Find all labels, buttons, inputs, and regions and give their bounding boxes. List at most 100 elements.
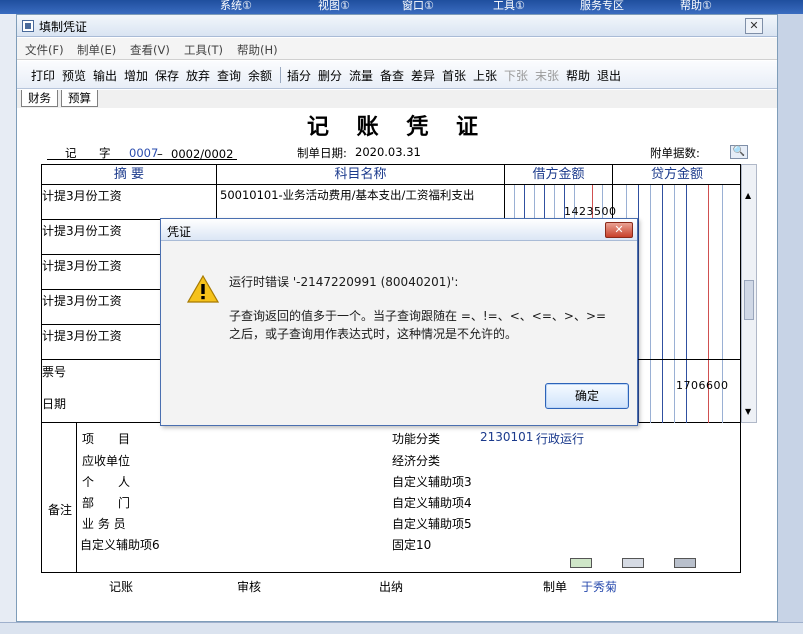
app-icon xyxy=(22,20,34,32)
voucher-title: 记 账 凭 证 xyxy=(307,114,488,140)
row-debit[interactable]: 1423500 xyxy=(564,205,617,218)
bg-menu-window[interactable]: 窗口① xyxy=(402,0,434,13)
document-icon[interactable] xyxy=(622,558,644,568)
remark-custom6-label: 自定义辅助项6 xyxy=(80,538,160,552)
remark-function-name[interactable]: 行政运行 xyxy=(536,430,584,447)
note-icon[interactable] xyxy=(570,558,592,568)
signer-maker-label: 制单 xyxy=(543,580,568,594)
tab-budget[interactable]: 预算 xyxy=(61,90,98,107)
search-icon[interactable]: 🔍 xyxy=(730,145,748,159)
remarks-divider xyxy=(76,422,77,572)
toolbar-add-button[interactable]: 增加 xyxy=(124,67,148,84)
voucher-number[interactable]: 0007 xyxy=(129,146,158,160)
row-summary[interactable]: 计提3月份工资 xyxy=(42,292,122,309)
voucher-page: 0002/0002 xyxy=(171,147,234,161)
error-message-line2: 之后，或子查询用作表达式时，这种情况是不允许的。 xyxy=(229,327,518,341)
row-summary[interactable]: 计提3月份工资 xyxy=(42,187,122,204)
background-app-statusbar xyxy=(0,622,803,634)
bg-menu-tools[interactable]: 工具① xyxy=(493,0,525,13)
toolbar-flow-button[interactable]: 流量 xyxy=(349,67,373,84)
error-code-line: 运行时错误 '-2147220991 (80040201)': xyxy=(229,275,459,289)
row-summary[interactable]: 计提3月份工资 xyxy=(42,222,122,239)
tab-finance[interactable]: 财务 xyxy=(21,90,58,107)
remark-custom5-label: 自定义辅助项5 xyxy=(392,517,472,531)
voucher-dash: – xyxy=(157,147,163,161)
toolbar-query-button[interactable]: 查询 xyxy=(217,67,241,84)
subtabs: 财务 预算 xyxy=(17,90,777,108)
menu-view[interactable]: 查看(V) xyxy=(130,42,170,58)
row-account[interactable]: 50010101-业务活动费用/基本支出/工资福利支出 xyxy=(220,187,474,203)
warning-icon xyxy=(187,275,219,303)
toolbar: 打印 预览 输出 增加 保存 放弃 查询 余额 插分 删分 流量 备查 差异 首… xyxy=(17,61,777,89)
remark-function-code[interactable]: 2130101 xyxy=(480,430,533,444)
dialog-titlebar[interactable]: 凭证 ✕ xyxy=(161,219,637,241)
bg-menu-help[interactable]: 帮助① xyxy=(680,0,712,13)
background-app-menubar: 系统① 视图① 窗口① 工具① 服务专区 帮助① xyxy=(0,0,803,14)
scroll-thumb[interactable] xyxy=(744,280,754,320)
row-summary[interactable]: 计提3月份工资 xyxy=(42,257,122,274)
toolbar-delete-split-button[interactable]: 删分 xyxy=(318,67,342,84)
scroll-down-icon[interactable]: ▼ xyxy=(745,408,753,416)
error-dialog: 凭证 ✕ 运行时错误 '-2147220991 (80040201)': 子查询… xyxy=(160,218,638,426)
bg-menu-service[interactable]: 服务专区 xyxy=(580,0,624,13)
toolbar-output-button[interactable]: 输出 xyxy=(93,67,117,84)
toolbar-preview-button[interactable]: 预览 xyxy=(62,67,86,84)
signer-maker-name: 于秀菊 xyxy=(581,580,618,594)
toolbar-help-button[interactable]: 帮助 xyxy=(566,67,590,84)
menu-edit[interactable]: 制单(E) xyxy=(77,42,116,58)
date-value[interactable]: 2020.03.31 xyxy=(355,145,421,159)
remark-salesman-label: 业 务 员 xyxy=(82,517,126,531)
toolbar-separator xyxy=(280,67,281,83)
menu-help[interactable]: 帮助(H) xyxy=(237,42,278,58)
remark-receivable-label: 应收单位 xyxy=(82,454,131,468)
attach-label: 附单据数: xyxy=(650,146,700,160)
bg-menu-system[interactable]: 系统① xyxy=(220,0,252,13)
window-titlebar[interactable]: 填制凭证 ✕ xyxy=(17,15,777,37)
signer-bookkeeper-label: 记账 xyxy=(109,580,134,594)
window-title: 填制凭证 xyxy=(39,20,88,34)
bg-menu-view[interactable]: 视图① xyxy=(318,0,350,13)
total-credit: 1706600 xyxy=(676,379,729,392)
toolbar-next-button[interactable]: 下张 xyxy=(504,67,528,84)
close-icon[interactable]: ✕ xyxy=(745,18,763,34)
remark-fixed10-label: 固定10 xyxy=(392,538,432,552)
remark-dept-label: 部 门 xyxy=(82,496,131,510)
remark-custom4-label: 自定义辅助项4 xyxy=(392,496,472,510)
toolbar-memo-button[interactable]: 备查 xyxy=(380,67,404,84)
toolbar-first-button[interactable]: 首张 xyxy=(442,67,466,84)
toolbar-diff-button[interactable]: 差异 xyxy=(411,67,435,84)
credit-digit-line xyxy=(638,185,639,423)
col-debit: 借方金额 xyxy=(505,165,612,185)
voucher-type[interactable]: 记 xyxy=(65,145,77,161)
remark-economic-label: 经济分类 xyxy=(392,454,441,468)
toolbar-insert-split-button[interactable]: 插分 xyxy=(287,67,311,84)
menu-tools[interactable]: 工具(T) xyxy=(184,42,223,58)
credit-digit-line xyxy=(674,185,675,423)
menubar: 文件(F) 制单(E) 查看(V) 工具(T) 帮助(H) xyxy=(17,38,777,60)
toolbar-discard-button[interactable]: 放弃 xyxy=(186,67,210,84)
menu-file[interactable]: 文件(F) xyxy=(25,42,64,58)
remark-person-label: 个 人 xyxy=(82,475,131,489)
toolbar-last-button[interactable]: 末张 xyxy=(535,67,559,84)
toolbar-balance-button[interactable]: 余额 xyxy=(248,67,272,84)
remark-project-label: 项 目 xyxy=(82,432,131,446)
edit-icon[interactable] xyxy=(674,558,696,568)
toolbar-prev-button[interactable]: 上张 xyxy=(473,67,497,84)
col-account: 科目名称 xyxy=(217,165,504,185)
col-credit: 贷方金额 xyxy=(613,165,741,185)
vertical-scrollbar[interactable]: ▲ ▼ xyxy=(741,164,757,423)
toolbar-save-button[interactable]: 保存 xyxy=(155,67,179,84)
dialog-title: 凭证 xyxy=(167,225,192,239)
remark-custom3-label: 自定义辅助项3 xyxy=(392,475,472,489)
credit-digit-line xyxy=(662,185,663,423)
date-label: 制单日期: xyxy=(297,146,347,160)
row-summary[interactable]: 计提3月份工资 xyxy=(42,327,122,344)
scroll-up-icon[interactable]: ▲ xyxy=(745,192,753,200)
close-icon[interactable]: ✕ xyxy=(605,222,633,238)
signer-cashier-label: 出纳 xyxy=(379,580,404,594)
toolbar-print-button[interactable]: 打印 xyxy=(31,67,55,84)
voucher-no-label: 字 xyxy=(99,146,111,160)
ticket-label: 票号 xyxy=(42,365,67,379)
toolbar-exit-button[interactable]: 退出 xyxy=(597,67,621,84)
ok-button[interactable]: 确定 xyxy=(545,383,629,409)
